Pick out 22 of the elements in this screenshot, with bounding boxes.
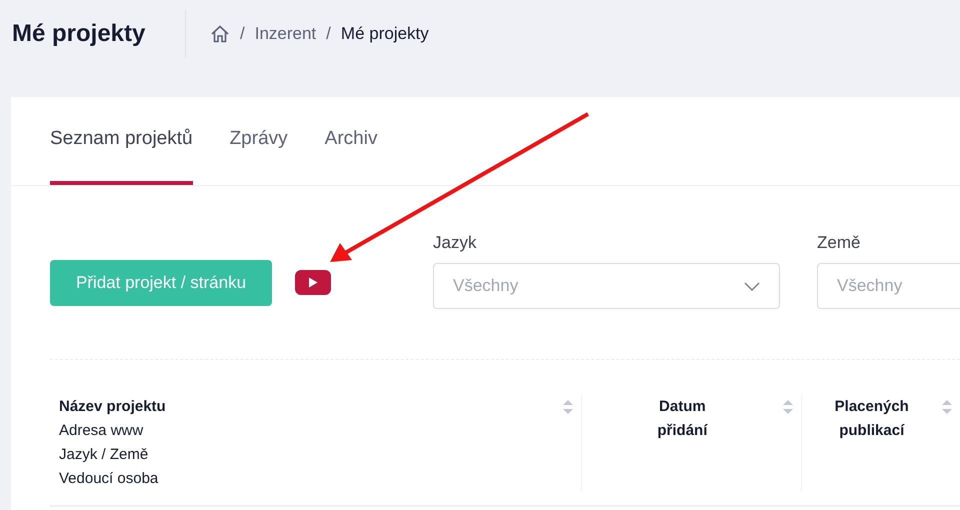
- video-button[interactable]: [295, 270, 331, 295]
- breadcrumb-separator: /: [326, 23, 331, 46]
- breadcrumb-current: Mé projekty: [340, 23, 429, 46]
- field-label: Země: [817, 232, 862, 253]
- page-title: Mé projekty: [12, 19, 146, 49]
- breadcrumb-link[interactable]: Inzerent: [254, 21, 316, 47]
- sort-icon[interactable]: [942, 400, 952, 414]
- breadcrumb-separator: /: [240, 23, 245, 46]
- column-subheader: Vedoucí osoba: [59, 469, 160, 489]
- sort-icon[interactable]: [782, 400, 793, 414]
- field-label: Jazyk: [433, 232, 478, 253]
- tab[interactable]: Seznam projektů: [50, 97, 193, 185]
- tab[interactable]: Archiv: [324, 97, 378, 185]
- column-header[interactable]: Placených publikací: [829, 395, 914, 443]
- home-icon[interactable]: [210, 24, 230, 44]
- sort-icon[interactable]: [563, 400, 574, 414]
- tab[interactable]: Zprávy: [230, 97, 288, 185]
- column-header[interactable]: Datum přidání: [640, 395, 725, 443]
- play-icon: [308, 277, 318, 288]
- column-subheader: Adresa www: [59, 421, 144, 441]
- column-subheader: Jazyk / Země: [59, 445, 150, 465]
- column-header[interactable]: Název projektu: [59, 395, 166, 419]
